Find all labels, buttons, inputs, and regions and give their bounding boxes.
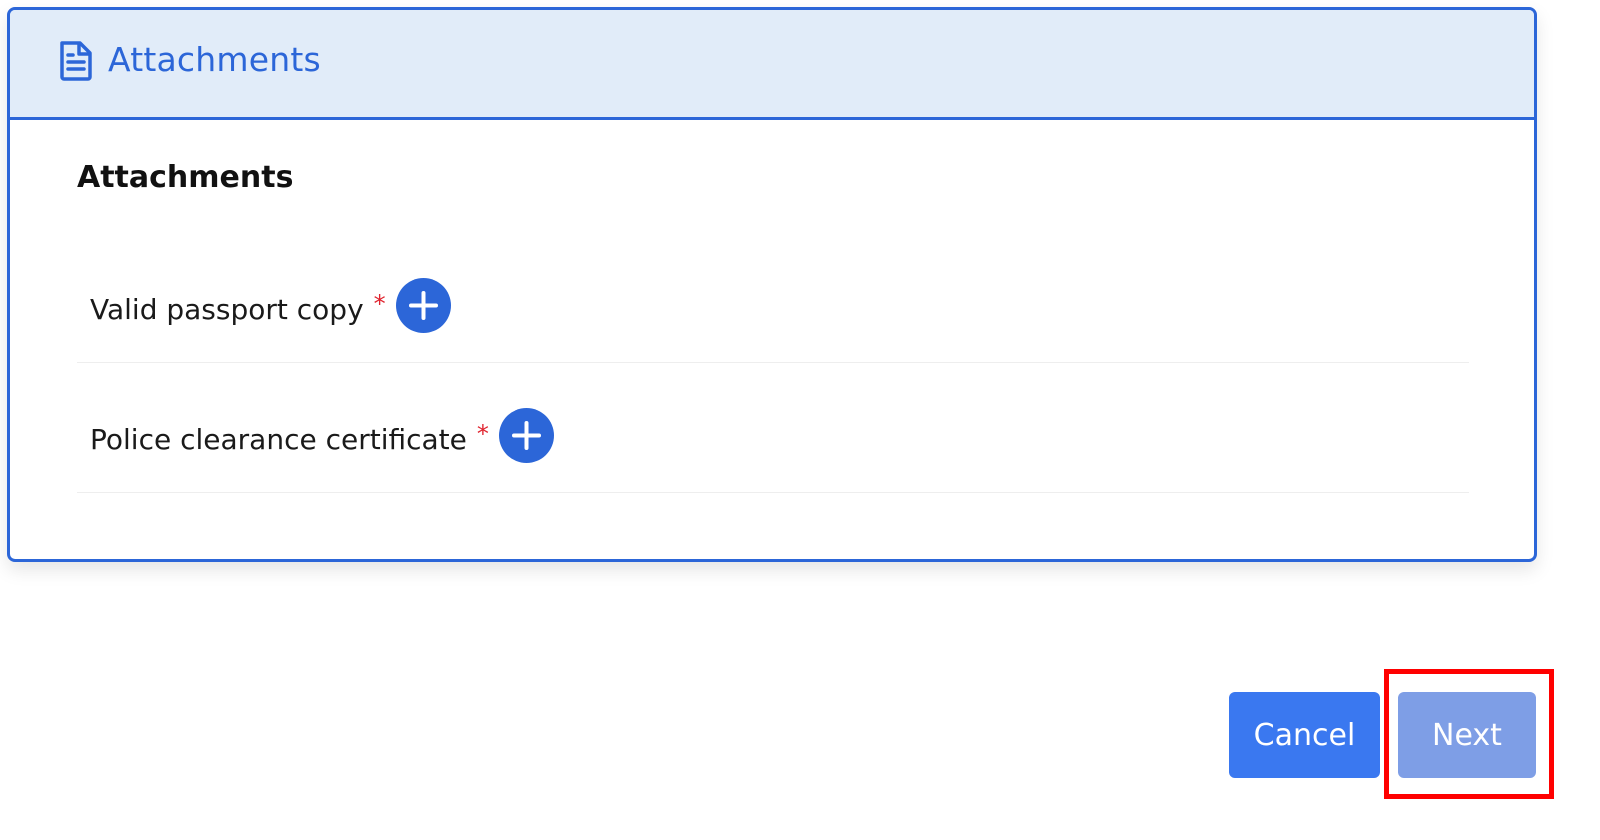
attachments-card: Attachments Attachments Valid passport c… [7,7,1537,562]
plus-icon [511,421,541,450]
card-header-title: Attachments [108,40,321,79]
add-passport-button[interactable] [395,278,451,333]
cancel-button[interactable]: Cancel [1229,692,1380,778]
attachment-row-passport: Valid passport copy * [77,232,1469,363]
document-icon [58,40,94,82]
attachment-label: Police clearance certificate [90,423,467,456]
attachment-row-police-clearance: Police clearance certificate * [77,362,1469,493]
card-header: Attachments [10,10,1534,120]
attachment-label: Valid passport copy [90,293,364,326]
plus-icon [408,291,438,320]
section-title: Attachments [77,160,294,195]
add-police-clearance-button[interactable] [498,408,554,463]
next-button[interactable]: Next [1398,692,1536,778]
required-marker: * [373,289,386,318]
required-marker: * [476,419,489,448]
